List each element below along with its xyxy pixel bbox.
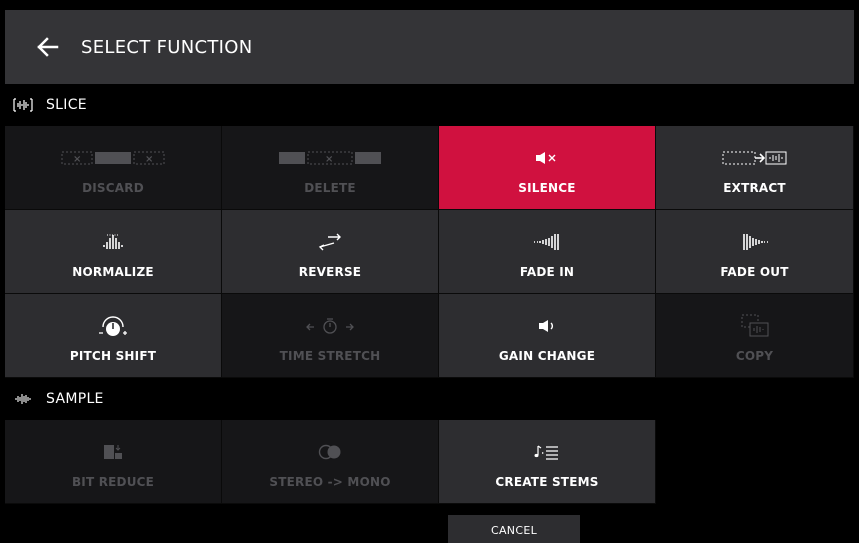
- bit-reduce-icon: [103, 435, 123, 469]
- fade-in-icon: [533, 225, 561, 259]
- create-stems-button[interactable]: CREATE STEMS: [439, 420, 656, 504]
- sample-section-icon: [12, 393, 34, 405]
- create-stems-label: CREATE STEMS: [495, 474, 599, 489]
- fade-out-icon: [741, 225, 769, 259]
- svg-text:×: ×: [145, 154, 154, 165]
- pitch-shift-label: PITCH SHIFT: [69, 348, 157, 363]
- fade-out-button[interactable]: FADE OUT: [656, 210, 854, 294]
- discard-label: DISCARD: [82, 180, 144, 195]
- discard-button[interactable]: × × DISCARD: [5, 126, 222, 210]
- discard-icon: × ×: [61, 141, 165, 175]
- reverse-button[interactable]: REVERSE: [222, 210, 439, 294]
- delete-button[interactable]: × DELETE: [222, 126, 439, 210]
- extract-label: EXTRACT: [723, 180, 786, 195]
- cancel-label: CANCEL: [491, 523, 537, 537]
- delete-label: DELETE: [304, 180, 356, 195]
- section-slice: SLICE: [5, 84, 854, 126]
- reverse-icon: [318, 225, 342, 259]
- page-title: SELECT FUNCTION: [81, 36, 253, 58]
- extract-button[interactable]: EXTRACT: [656, 126, 854, 210]
- silence-label: SILENCE: [518, 180, 576, 195]
- silence-icon: [535, 141, 559, 175]
- fade-in-label: FADE IN: [519, 264, 575, 279]
- section-sample-label: SAMPLE: [46, 391, 104, 407]
- copy-button[interactable]: COPY: [656, 294, 854, 378]
- create-stems-icon: [534, 435, 560, 469]
- normalize-label: NORMALIZE: [72, 264, 154, 279]
- time-stretch-button[interactable]: TIME STRETCH: [222, 294, 439, 378]
- extract-icon: [722, 141, 788, 175]
- arrow-left-icon: [37, 37, 59, 57]
- select-function-screen: SELECT FUNCTION SLICE × × DISCARD × DELE…: [5, 10, 854, 543]
- section-sample: SAMPLE: [5, 378, 854, 420]
- stereo-mono-label: STEREO -> MONO: [269, 474, 391, 489]
- reverse-label: REVERSE: [298, 264, 362, 279]
- fade-out-label: FADE OUT: [720, 264, 789, 279]
- copy-icon: [741, 309, 769, 343]
- pitch-shift-button[interactable]: PITCH SHIFT: [5, 294, 222, 378]
- gain-change-label: GAIN CHANGE: [498, 348, 596, 363]
- empty-slot: [656, 420, 854, 504]
- svg-text:×: ×: [325, 154, 334, 165]
- normalize-icon: [102, 225, 124, 259]
- silence-button[interactable]: SILENCE: [439, 126, 656, 210]
- stereo-mono-icon: [318, 435, 342, 469]
- stereo-mono-button[interactable]: STEREO -> MONO: [222, 420, 439, 504]
- cancel-button[interactable]: CANCEL: [448, 515, 580, 543]
- copy-label: COPY: [735, 348, 774, 363]
- section-slice-label: SLICE: [46, 97, 87, 113]
- time-stretch-icon: [305, 309, 355, 343]
- time-stretch-label: TIME STRETCH: [279, 348, 381, 363]
- slice-grid: × × DISCARD × DELETE SILENCE EXTRACT NOR…: [5, 126, 854, 378]
- back-button[interactable]: [31, 30, 65, 64]
- pitch-shift-icon: [98, 309, 128, 343]
- bit-reduce-button[interactable]: BIT REDUCE: [5, 420, 222, 504]
- fade-in-button[interactable]: FADE IN: [439, 210, 656, 294]
- normalize-button[interactable]: NORMALIZE: [5, 210, 222, 294]
- bit-reduce-label: BIT REDUCE: [71, 474, 155, 489]
- gain-change-button[interactable]: GAIN CHANGE: [439, 294, 656, 378]
- sample-grid: BIT REDUCE STEREO -> MONO CREATE STEMS: [5, 420, 854, 504]
- delete-icon: ×: [278, 141, 382, 175]
- header-bar: SELECT FUNCTION: [5, 10, 854, 84]
- svg-text:×: ×: [73, 154, 82, 165]
- gain-change-icon: [538, 309, 556, 343]
- slice-section-icon: [12, 98, 34, 112]
